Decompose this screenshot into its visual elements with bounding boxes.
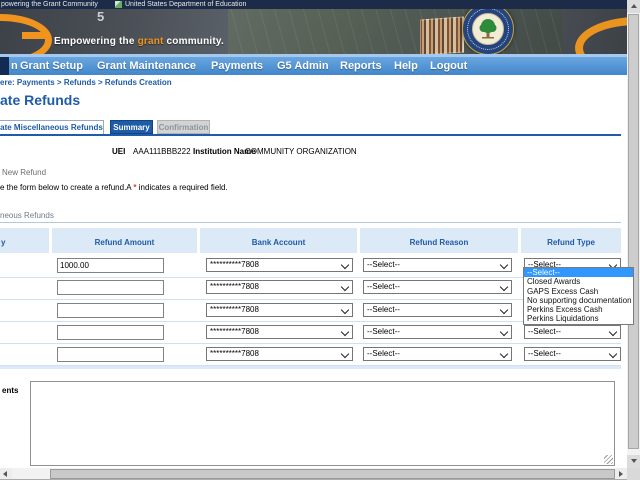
chevron-down-icon xyxy=(500,261,508,269)
dropdown-option[interactable]: No supporting documentation xyxy=(524,296,633,305)
chevron-down-icon xyxy=(341,261,349,269)
chevron-down-icon xyxy=(341,350,349,358)
nav-item-grant-maintenance[interactable]: Grant Maintenance xyxy=(97,57,196,75)
col-header-cut: y xyxy=(0,228,49,253)
arrow-down-icon xyxy=(631,459,637,463)
scroll-left-button[interactable] xyxy=(0,468,12,479)
refund-amount-input[interactable] xyxy=(57,258,164,273)
tab-summary[interactable]: Summary xyxy=(110,120,153,134)
banner-top-strip: powering the Grant Community United Stat… xyxy=(0,0,627,9)
nav-item-grant-setup[interactable]: Grant Setup xyxy=(20,57,83,75)
refund-amount-input[interactable] xyxy=(57,303,164,318)
bank-account-select[interactable]: **********7808 xyxy=(206,325,353,339)
dropdown-option[interactable]: --Select-- xyxy=(524,268,633,277)
refund-amount-input[interactable] xyxy=(57,347,164,362)
nav-item-payments[interactable]: Payments xyxy=(211,57,263,75)
page-title: ate Refunds xyxy=(0,92,80,108)
form-hint: e the form below to create a refund.A * … xyxy=(0,183,228,192)
institution-name-value: COMMUNITY ORGANIZATION xyxy=(245,147,357,156)
chevron-down-icon xyxy=(341,283,349,291)
refund-reason-select[interactable]: --Select-- xyxy=(363,347,512,361)
comments-label: ents xyxy=(2,386,18,395)
chevron-down-icon xyxy=(341,328,349,336)
department-of-education-seal-icon xyxy=(462,9,514,54)
chevron-down-icon xyxy=(500,306,508,314)
section-rule xyxy=(0,222,621,223)
nav-left-block xyxy=(0,57,9,75)
vertical-scrollbar[interactable] xyxy=(627,0,640,468)
tab-underline xyxy=(0,134,621,136)
row-divider xyxy=(0,343,621,344)
refund-reason-select[interactable]: --Select-- xyxy=(363,258,512,272)
scroll-down-button[interactable] xyxy=(627,455,640,468)
main-nav: n Grant Setup Grant Maintenance Payments… xyxy=(0,57,627,75)
dropdown-option[interactable]: GAPS Excess Cash xyxy=(524,287,633,296)
refund-type-select[interactable]: --Select-- xyxy=(524,347,621,361)
new-refund-section-title: New Refund xyxy=(2,168,46,177)
arrow-up-icon xyxy=(631,4,637,8)
miscellaneous-refunds-title: neous Refunds xyxy=(0,211,54,220)
tab-confirmation: Confirmation xyxy=(157,120,210,134)
chevron-down-icon xyxy=(500,283,508,291)
banner-tagline: Empowering the grant community. xyxy=(54,36,224,47)
g5-logo-crossbar xyxy=(22,32,47,39)
dropdown-option[interactable]: Perkins Excess Cash xyxy=(524,305,633,314)
grid-bottom-bar xyxy=(0,366,621,369)
col-header-bank-account: Bank Account xyxy=(200,228,357,253)
arrow-left-icon xyxy=(3,471,7,477)
g5-application-window: powering the Grant Community United Stat… xyxy=(0,0,640,480)
bookshelf-photo xyxy=(420,16,464,54)
scroll-up-button[interactable] xyxy=(627,0,640,13)
chevron-down-icon xyxy=(341,306,349,314)
col-header-refund-type: Refund Type xyxy=(521,228,621,253)
nav-item-help[interactable]: Help xyxy=(394,57,418,75)
bank-account-select[interactable]: **********7808 xyxy=(206,258,353,272)
textarea-resize-grip-icon[interactable] xyxy=(604,455,613,464)
col-header-refund-amount: Refund Amount xyxy=(52,228,197,253)
refund-reason-select[interactable]: --Select-- xyxy=(363,280,512,294)
g5-logo-five: 5 xyxy=(97,9,104,24)
scrollbar-corner xyxy=(627,468,640,480)
refund-amount-input[interactable] xyxy=(57,280,164,295)
bank-account-select[interactable]: **********7808 xyxy=(206,280,353,294)
col-header-refund-reason: Refund Reason xyxy=(360,228,518,253)
bank-account-select[interactable]: **********7808 xyxy=(206,347,353,361)
doe-mini-logo-icon xyxy=(115,1,122,8)
tab-create-miscellaneous-refunds[interactable]: ate Miscellaneous Refunds xyxy=(0,120,104,134)
banner-left-panel: 5 Empowering the grant community. xyxy=(0,9,228,54)
refund-reason-select[interactable]: --Select-- xyxy=(363,325,512,339)
refund-amount-input[interactable] xyxy=(57,325,164,340)
arrow-right-icon xyxy=(619,471,623,477)
uei-value: AAA111BBB222 xyxy=(133,147,191,156)
nav-item-reports[interactable]: Reports xyxy=(340,57,382,75)
breadcrumb: ere: Payments > Refunds > Refunds Creati… xyxy=(0,78,172,87)
uei-label: UEI xyxy=(112,147,125,156)
banner-doe-text: United States Department of Education xyxy=(125,0,246,9)
chevron-down-icon xyxy=(500,328,508,336)
horizontal-scrollbar[interactable] xyxy=(0,468,627,479)
nav-item-logout[interactable]: Logout xyxy=(430,57,467,75)
dropdown-option[interactable]: Closed Awards xyxy=(524,277,633,286)
scroll-right-button[interactable] xyxy=(615,468,627,479)
refund-reason-select[interactable]: --Select-- xyxy=(363,303,512,317)
horizontal-scrollbar-thumb[interactable] xyxy=(50,469,615,479)
refund-type-dropdown-list: --Select-- Closed Awards GAPS Excess Cas… xyxy=(523,267,634,325)
chevron-down-icon xyxy=(609,350,617,358)
nav-item-g5-admin[interactable]: G5 Admin xyxy=(277,57,329,75)
dropdown-option[interactable]: Perkins Liquidations xyxy=(524,314,633,323)
chevron-down-icon xyxy=(609,328,617,336)
banner: powering the Grant Community United Stat… xyxy=(0,0,627,57)
banner-community-text: powering the Grant Community xyxy=(1,0,98,9)
refund-type-select[interactable]: --Select-- xyxy=(524,325,621,339)
vertical-scrollbar-thumb[interactable] xyxy=(628,14,639,449)
bank-account-select[interactable]: **********7808 xyxy=(206,303,353,317)
chevron-down-icon xyxy=(500,350,508,358)
comments-textarea[interactable] xyxy=(30,381,615,466)
banner-image: 5 Empowering the grant community. xyxy=(0,9,627,54)
nav-item-main-cut[interactable]: n xyxy=(11,57,18,75)
